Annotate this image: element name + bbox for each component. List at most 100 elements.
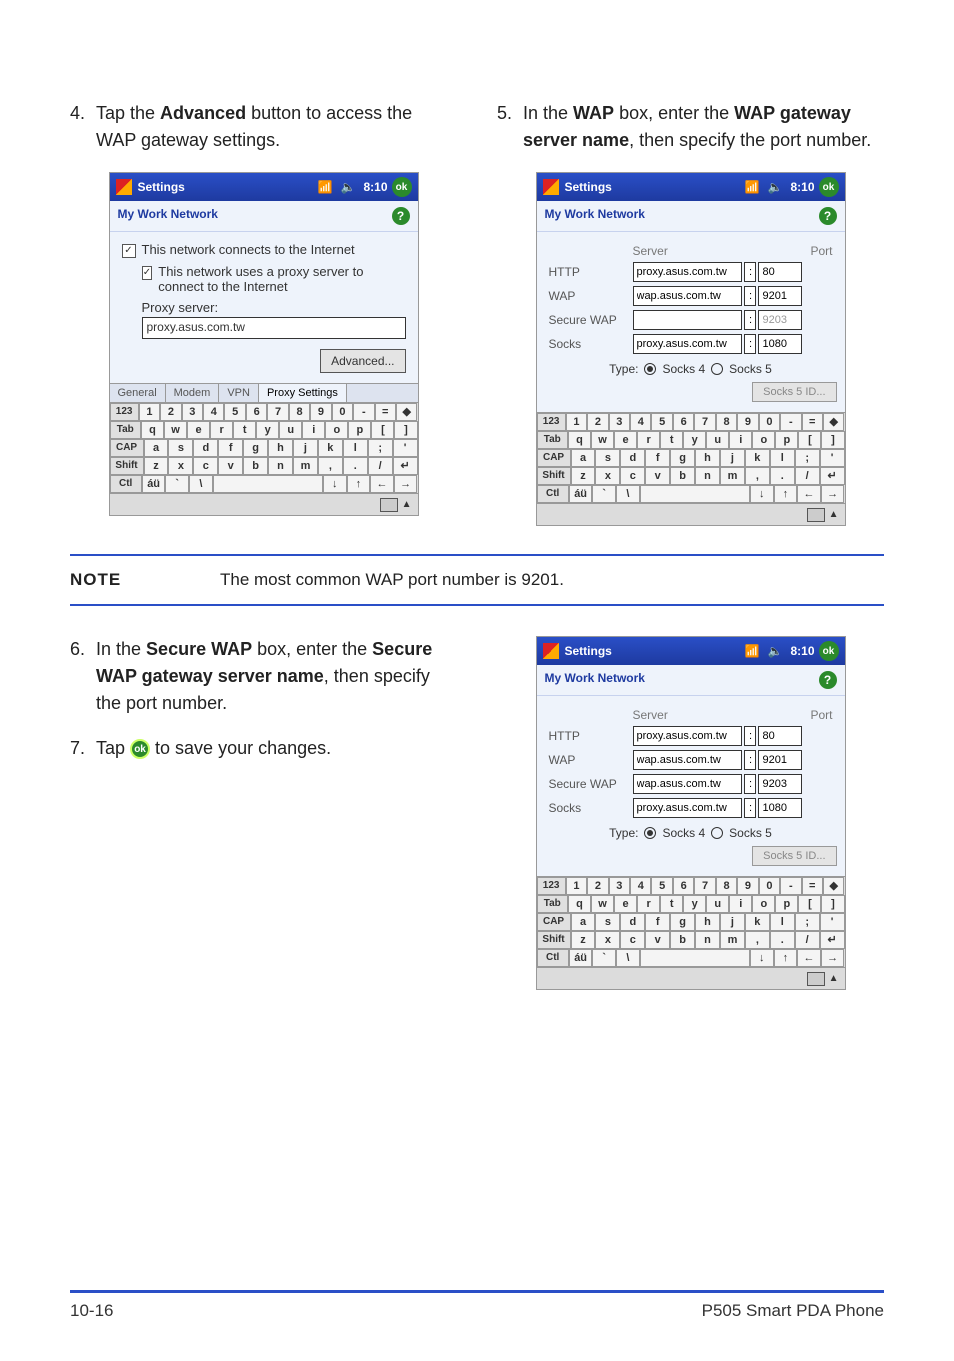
note-block: NOTE The most common WAP port number is …	[70, 554, 884, 606]
row-http-label: HTTP	[545, 260, 629, 284]
step-6: 6. In the Secure WAP box, enter the Secu…	[70, 636, 457, 717]
step-num: 6.	[70, 636, 96, 717]
tab-proxy-settings[interactable]: Proxy Settings	[259, 384, 347, 402]
keyboard-toggle-icon[interactable]	[380, 498, 398, 512]
secure-wap-port-input[interactable]	[758, 310, 802, 330]
row-wap-label: WAP	[545, 748, 629, 772]
wap-server-input[interactable]	[633, 286, 743, 306]
subheader: My Work Network ?	[537, 201, 845, 232]
title: Settings	[138, 180, 314, 194]
wap-port-input[interactable]	[758, 750, 802, 770]
socks-server-input[interactable]	[633, 334, 743, 354]
checkbox-icon: ✓	[122, 244, 136, 258]
up-arrow-icon[interactable]: ▲	[829, 973, 839, 984]
ok-button[interactable]: ok	[819, 641, 839, 661]
screenshot-wap-settings: Settings 📶 🔈 8:10 ok My Work Network ? S…	[536, 172, 846, 526]
wap-server-input[interactable]	[633, 750, 743, 770]
tab-bar: General Modem VPN Proxy Settings	[110, 383, 418, 402]
step-5: 5. In the WAP box, enter the WAP gateway…	[497, 100, 884, 154]
bottom-bar: ▲	[537, 503, 845, 525]
col-port: Port	[806, 706, 836, 724]
page-number: 10-16	[70, 1301, 113, 1321]
http-port-input[interactable]	[758, 262, 802, 282]
row-secure-wap-label: Secure WAP	[545, 772, 629, 796]
proxy-server-label: Proxy server:	[142, 300, 406, 315]
help-icon[interactable]: ?	[819, 671, 837, 689]
step-4: 4. Tap the Advanced button to access the…	[70, 100, 457, 154]
tab-modem[interactable]: Modem	[166, 384, 220, 402]
start-flag-icon[interactable]	[116, 179, 132, 195]
row-socks-label: Socks	[545, 332, 629, 356]
soft-keyboard[interactable]: 1231234567890-=◆ Tabqwertyuiop[] CAPasdf…	[537, 412, 845, 503]
subheader: My Work Network ?	[110, 201, 418, 232]
signal-icon: 📶	[318, 180, 333, 194]
step-text: Tap the Advanced button to access the WA…	[96, 100, 457, 154]
doc-title: P505 Smart PDA Phone	[702, 1301, 884, 1321]
help-icon[interactable]: ?	[392, 207, 410, 225]
checkbox-icon: ✓	[142, 266, 153, 280]
titlebar: Settings 📶 🔈 8:10 ok	[537, 637, 845, 665]
row-http-label: HTTP	[545, 724, 629, 748]
socks-port-input[interactable]	[758, 334, 802, 354]
proxy-server-input[interactable]: proxy.asus.com.tw	[142, 317, 406, 339]
http-server-input[interactable]	[633, 262, 743, 282]
http-server-input[interactable]	[633, 726, 743, 746]
network-name: My Work Network	[545, 671, 645, 689]
ok-button[interactable]: ok	[392, 177, 412, 197]
keyboard-toggle-icon[interactable]	[807, 972, 825, 986]
socks-server-input[interactable]	[633, 798, 743, 818]
help-icon[interactable]: ?	[819, 207, 837, 225]
bottom-bar: ▲	[537, 967, 845, 989]
checkbox-connects-internet[interactable]: ✓ This network connects to the Internet	[122, 242, 406, 258]
socks-type-row: Type: Socks 4 Socks 5	[545, 826, 837, 840]
tab-general[interactable]: General	[110, 384, 166, 402]
wap-port-input[interactable]	[758, 286, 802, 306]
start-flag-icon[interactable]	[543, 179, 559, 195]
soft-keyboard[interactable]: 1231234567890-=◆ Tabqwertyuiop[] CAPasdf…	[537, 876, 845, 967]
up-arrow-icon[interactable]: ▲	[829, 509, 839, 520]
secure-wap-server-input[interactable]	[633, 774, 743, 794]
ok-button[interactable]: ok	[819, 177, 839, 197]
advanced-button[interactable]: Advanced...	[320, 349, 405, 373]
step-num: 4.	[70, 100, 96, 154]
row-secure-wap-label: Secure WAP	[545, 308, 629, 332]
title: Settings	[565, 180, 741, 194]
signal-icon: 📶	[745, 644, 760, 658]
start-flag-icon[interactable]	[543, 643, 559, 659]
secure-wap-server-input[interactable]	[633, 310, 743, 330]
radio-socks4[interactable]	[644, 363, 656, 375]
title: Settings	[565, 644, 741, 658]
radio-socks4[interactable]	[644, 827, 656, 839]
page-footer: 10-16 P505 Smart PDA Phone	[70, 1290, 884, 1321]
titlebar: Settings 📶 🔈 8:10 ok	[110, 173, 418, 201]
http-port-input[interactable]	[758, 726, 802, 746]
radio-socks5[interactable]	[711, 827, 723, 839]
tab-vpn[interactable]: VPN	[219, 384, 259, 402]
secure-wap-port-input[interactable]	[758, 774, 802, 794]
clock: 8:10	[363, 180, 387, 194]
screenshot-proxy-settings: Settings 📶 🔈 8:10 ok My Work Network ? ✓…	[109, 172, 419, 516]
ok-icon: ok	[130, 739, 150, 759]
socks5-id-button[interactable]: Socks 5 ID...	[752, 846, 836, 866]
up-arrow-icon[interactable]: ▲	[402, 499, 412, 510]
col-port: Port	[806, 242, 836, 260]
socks-port-input[interactable]	[758, 798, 802, 818]
titlebar: Settings 📶 🔈 8:10 ok	[537, 173, 845, 201]
speaker-icon: 🔈	[768, 180, 783, 194]
signal-icon: 📶	[745, 180, 760, 194]
socks5-id-button[interactable]: Socks 5 ID...	[752, 382, 836, 402]
speaker-icon: 🔈	[341, 180, 356, 194]
step-num: 5.	[497, 100, 523, 154]
keyboard-toggle-icon[interactable]	[807, 508, 825, 522]
socks-type-row: Type: Socks 4 Socks 5	[545, 362, 837, 376]
soft-keyboard[interactable]: 1231234567890-=◆ Tabqwertyuiop[] CAPasdf…	[110, 402, 418, 493]
checkbox-uses-proxy[interactable]: ✓ This network uses a proxy server to co…	[142, 264, 406, 294]
clock: 8:10	[790, 180, 814, 194]
step-text: Tap ok to save your changes.	[96, 735, 457, 762]
step-num: 7.	[70, 735, 96, 762]
network-name: My Work Network	[545, 207, 645, 225]
network-name: My Work Network	[118, 207, 218, 225]
row-socks-label: Socks	[545, 796, 629, 820]
note-text: The most common WAP port number is 9201.	[220, 570, 564, 590]
radio-socks5[interactable]	[711, 363, 723, 375]
